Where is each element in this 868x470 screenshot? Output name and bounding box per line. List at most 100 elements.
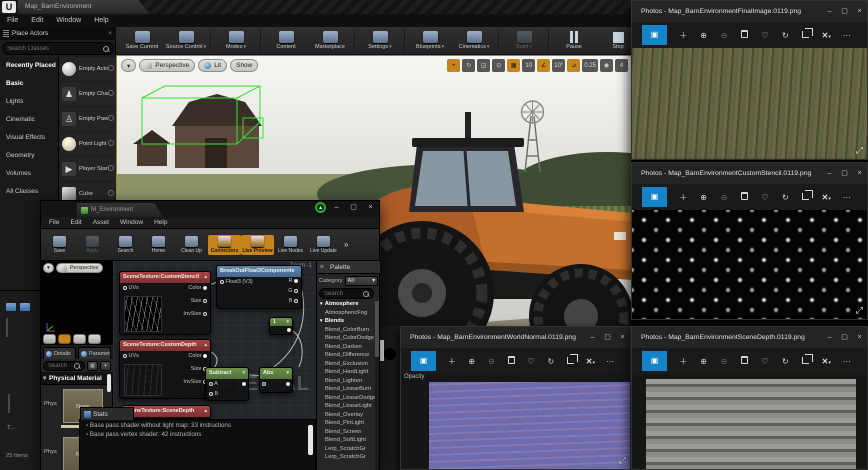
- actor-empty-character[interactable]: ♟Empty Character: [59, 82, 116, 107]
- add-to-icon[interactable]: ＋: [673, 30, 693, 41]
- save-current-button[interactable]: Save Current: [120, 31, 164, 50]
- build-button[interactable]: Build▾: [502, 31, 546, 50]
- folder-icon[interactable]: [6, 303, 16, 311]
- fullscreen-icon[interactable]: ⤢: [856, 145, 863, 156]
- live-update-button[interactable]: Live Update: [307, 235, 340, 255]
- sphere-shape-icon[interactable]: [73, 334, 86, 344]
- share-icon[interactable]: ✕▾: [816, 193, 836, 202]
- rotate-icon[interactable]: ↻: [541, 357, 561, 366]
- delete-icon[interactable]: [734, 30, 754, 40]
- world-space-icon[interactable]: ⊙: [492, 59, 505, 72]
- palette-item[interactable]: Blend_SoftLight: [317, 437, 376, 446]
- close-icon[interactable]: ×: [852, 163, 867, 184]
- add-to-icon[interactable]: ＋: [673, 192, 693, 203]
- category-basic[interactable]: Basic: [0, 75, 58, 93]
- palette-item[interactable]: Blend_Overlay: [317, 412, 376, 421]
- close-icon[interactable]: ×: [852, 327, 867, 348]
- menu-help[interactable]: Help: [154, 219, 167, 226]
- grid-view-icon[interactable]: ▦: [87, 361, 98, 371]
- fullscreen-icon[interactable]: ⤢: [619, 455, 626, 466]
- content-button[interactable]: Content: [264, 31, 308, 50]
- drag-handle-icon[interactable]: [108, 165, 114, 171]
- close-icon[interactable]: ×: [615, 327, 630, 348]
- tutorial-icon[interactable]: ▴: [315, 202, 326, 213]
- drag-handle-icon[interactable]: [108, 115, 114, 121]
- palette-item[interactable]: Blend_ColorDodge: [317, 335, 376, 344]
- lit-button[interactable]: Lit: [198, 59, 227, 72]
- editor-title-bar[interactable]: U Map_BarnEnvironment: [0, 0, 631, 14]
- plane-shape-icon[interactable]: [88, 334, 101, 344]
- category-recently-placed[interactable]: Recently Placed: [0, 57, 58, 75]
- tab-details[interactable]: Details: [43, 347, 76, 359]
- drag-handle-icon[interactable]: [108, 90, 114, 96]
- palette-item[interactable]: Blend_PinLight: [317, 420, 376, 429]
- zoom-out-icon[interactable]: ⊖: [714, 31, 734, 40]
- source-control-button[interactable]: Source Control▾: [164, 31, 208, 50]
- palette-item[interactable]: Blend_Screen: [317, 429, 376, 438]
- settings-button[interactable]: Settings▾: [358, 31, 402, 50]
- minimize-icon[interactable]: –: [585, 327, 600, 348]
- see-all-photos-button[interactable]: ▣: [411, 351, 436, 371]
- palette-item[interactable]: AtmosphericFog: [317, 310, 376, 319]
- zoom-in-icon[interactable]: ⊕: [462, 357, 482, 366]
- favorite-icon[interactable]: ♡: [755, 31, 775, 40]
- category-cinematic[interactable]: Cinematic: [0, 111, 58, 129]
- palette-item[interactable]: Blend_LinearDodge: [317, 395, 376, 404]
- maximize-icon[interactable]: ▢: [837, 327, 852, 348]
- rotate-icon[interactable]: ↻: [775, 357, 795, 366]
- search-classes-input[interactable]: [7, 46, 89, 52]
- actor-player-start[interactable]: ▶Player Start: [59, 157, 116, 182]
- cinematics-button[interactable]: Cinematics▾: [452, 31, 496, 50]
- node-scenetexture-customstencil[interactable]: SceneTexture:CustomStencil▴ UVs Color Si…: [119, 271, 211, 335]
- toolbar-overflow-icon[interactable]: »: [344, 240, 348, 249]
- drag-handle-icon[interactable]: [108, 65, 114, 71]
- more-icon[interactable]: ⋯: [837, 31, 857, 40]
- details-search-input[interactable]: [48, 363, 70, 369]
- viewport-options-button[interactable]: ▾: [121, 59, 136, 72]
- close-icon[interactable]: ×: [364, 202, 377, 213]
- palette-scrollbar[interactable]: [375, 301, 379, 470]
- perspective-button[interactable]: Perspective: [139, 59, 195, 72]
- see-all-photos-button[interactable]: ▣: [642, 187, 667, 207]
- home-button[interactable]: Home: [142, 235, 175, 255]
- camera-speed-value[interactable]: 4: [615, 59, 628, 72]
- share-icon[interactable]: ✕▾: [816, 357, 836, 366]
- stats-tab[interactable]: Stats: [80, 407, 134, 420]
- more-icon[interactable]: ⋯: [837, 357, 857, 366]
- apply-button[interactable]: Apply: [76, 235, 109, 255]
- translate-tool-icon[interactable]: +: [447, 59, 460, 72]
- connectors-button[interactable]: Connectors: [208, 235, 241, 255]
- close-icon[interactable]: ×: [852, 1, 867, 22]
- zoom-out-icon[interactable]: ⊖: [714, 193, 734, 202]
- maximize-icon[interactable]: ▢: [837, 1, 852, 22]
- rotate-icon[interactable]: ↻: [775, 31, 795, 40]
- maximize-icon[interactable]: ▢: [837, 163, 852, 184]
- category-volumes[interactable]: Volumes: [0, 165, 58, 183]
- crop-icon[interactable]: [796, 31, 816, 40]
- folder-icon[interactable]: [20, 303, 30, 311]
- node-abs[interactable]: Abs▾: [259, 367, 293, 393]
- minimize-icon[interactable]: –: [330, 202, 343, 213]
- close-icon[interactable]: ×: [108, 27, 112, 40]
- palette-item[interactable]: Blend_Difference: [317, 352, 376, 361]
- palette-group[interactable]: Blends: [317, 318, 376, 327]
- save-button[interactable]: Save: [43, 235, 76, 255]
- zoom-out-icon[interactable]: ⊖: [482, 357, 502, 366]
- asset-thumbnail[interactable]: [8, 394, 10, 413]
- zoom-in-icon[interactable]: ⊕: [693, 357, 713, 366]
- modes-button[interactable]: Modes▾: [214, 31, 258, 50]
- tab-parameters[interactable]: Parameters: [78, 347, 111, 359]
- palette-item[interactable]: Blend_Darken: [317, 344, 376, 353]
- category-geometry[interactable]: Geometry: [0, 147, 58, 165]
- rotate-tool-icon[interactable]: ↻: [462, 59, 475, 72]
- camera-speed-icon[interactable]: ◉: [600, 59, 613, 72]
- actor-empty-pawn[interactable]: ♙Empty Pawn: [59, 107, 116, 132]
- menu-window[interactable]: Window: [56, 17, 81, 24]
- asset-thumbnail[interactable]: [6, 318, 8, 337]
- palette-item[interactable]: Blend_Lighten: [317, 378, 376, 387]
- material-graph[interactable]: Zoom -1 MATERIAL SceneTexture:CustomSten…: [113, 261, 316, 419]
- clean-up-button[interactable]: Clean Up: [175, 235, 208, 255]
- marketplace-button[interactable]: Marketplace: [308, 31, 352, 50]
- see-all-photos-button[interactable]: ▣: [642, 351, 667, 371]
- menu-window[interactable]: Window: [120, 219, 143, 226]
